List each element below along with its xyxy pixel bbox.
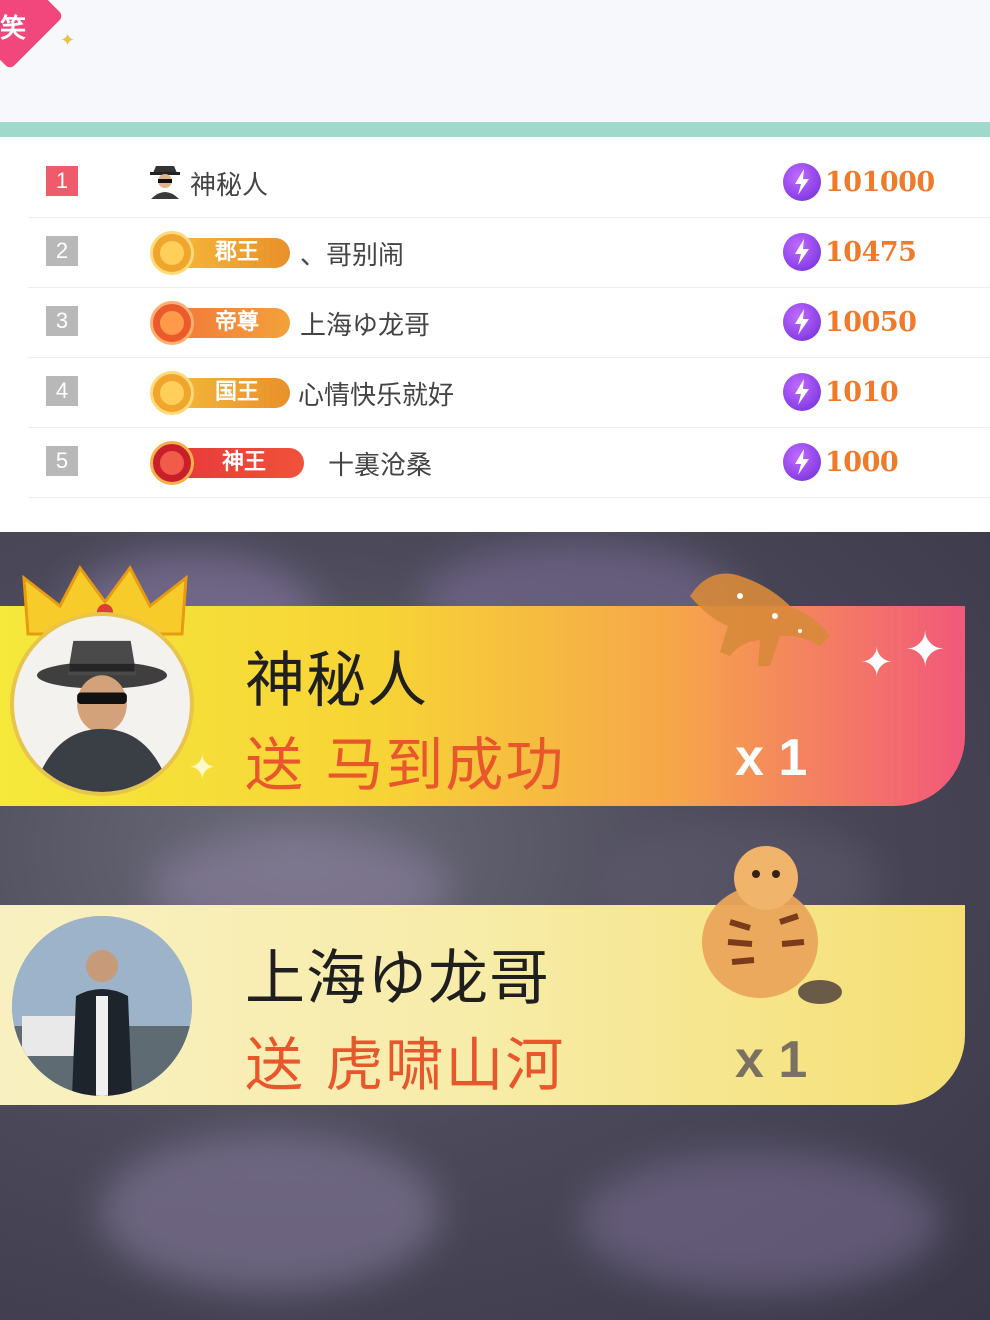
divider-band: [0, 122, 990, 137]
badge-label: 帝尊: [214, 310, 259, 335]
lightning-icon: [783, 303, 821, 341]
rank-number: 4: [46, 376, 78, 406]
hat-man-avatar-icon: [33, 640, 171, 792]
score-value: 10475: [825, 237, 917, 268]
gift-message: 送 虎啸山河: [245, 1031, 566, 1099]
title-badge: 神王: [150, 441, 310, 485]
lightning-icon: [783, 443, 821, 481]
rank-number: 5: [46, 446, 78, 476]
sparkle-icon: ✦: [860, 640, 894, 686]
ranking-row[interactable]: 4 国王 心情快乐就好 1010: [28, 357, 990, 428]
horse-icon: [690, 573, 830, 666]
username: 十裏沧桑: [328, 451, 433, 481]
title-badge: 郡王: [150, 231, 290, 275]
score-value: 1000: [825, 447, 899, 478]
corner-ribbon-label: 笑: [0, 14, 27, 44]
badge-label: 神王: [221, 450, 266, 475]
score-value: 1010: [825, 377, 899, 408]
sparkle-icon: ✦: [905, 622, 946, 678]
username: 上海ゆ龙哥: [300, 311, 431, 341]
badge-pill: 国王: [178, 378, 290, 408]
rank-number: 1: [46, 166, 78, 196]
god-king-medal-icon: [150, 441, 194, 485]
ranking-row[interactable]: 5 神王 十裏沧桑 1000: [28, 427, 990, 498]
lightning-icon: [783, 373, 821, 411]
emperor-medal-icon: [150, 301, 194, 345]
username: 心情快乐就好: [298, 381, 455, 411]
lightning-icon: [783, 163, 821, 201]
username: 、哥别闹: [300, 241, 405, 271]
man-photo-avatar-icon: [12, 916, 192, 1096]
title-badge: 帝尊: [150, 301, 290, 345]
score-value: 101000: [825, 167, 935, 198]
ranking-row[interactable]: 1 神秘人 101000: [28, 147, 990, 218]
badge-pill: 郡王: [178, 238, 290, 268]
title-badge: 国王: [150, 371, 290, 415]
sender-avatar[interactable]: [10, 612, 194, 796]
rank-number: 3: [46, 306, 78, 336]
badge-pill: 帝尊: [178, 308, 290, 338]
spy-icon: [150, 166, 180, 199]
sender-avatar[interactable]: [12, 916, 192, 1096]
badge-label: 国王: [214, 380, 259, 405]
tiger-icon: [702, 846, 842, 1004]
gift-count: x 1: [735, 1031, 808, 1089]
rank-number: 2: [46, 236, 78, 266]
sparkle-icon: ✦: [60, 30, 76, 51]
gift-message: 送 马到成功: [245, 731, 566, 799]
sender-name: 神秘人: [245, 646, 428, 716]
crown-medal-icon: [150, 231, 194, 275]
badge-pill: 神王: [178, 448, 304, 478]
top-header: 笑 ✦: [0, 0, 990, 122]
sparkle-icon: ✦: [188, 748, 217, 788]
badge-label: 郡王: [214, 240, 259, 265]
score-value: 10050: [825, 307, 917, 338]
ranking-row[interactable]: 2 郡王 、哥别闹 10475: [28, 217, 990, 288]
ranking-row[interactable]: 3 帝尊 上海ゆ龙哥 10050: [28, 287, 990, 358]
crown-medal-icon: [150, 371, 194, 415]
lightning-icon: [783, 233, 821, 271]
gift-count: x 1: [735, 729, 808, 787]
username: 神秘人: [190, 171, 269, 201]
sender-name: 上海ゆ龙哥: [245, 944, 550, 1014]
ranking-list: 1 神秘人 101000 2 郡王 、哥别闹 10475 3 帝尊 上海ゆ龙哥 …: [0, 137, 990, 532]
